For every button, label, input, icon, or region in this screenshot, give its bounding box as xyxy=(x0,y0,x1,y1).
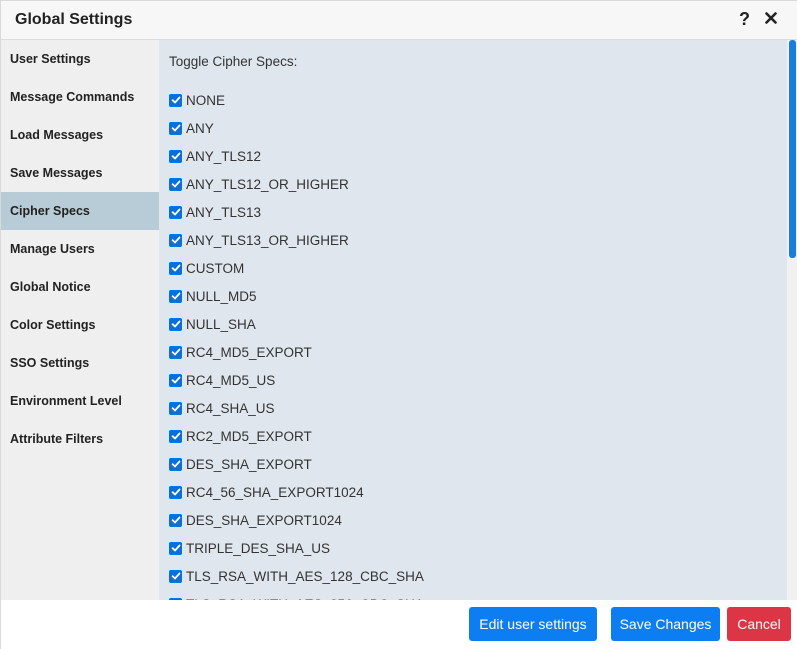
sidebar-item-label: Environment Level xyxy=(10,394,122,408)
cipher-label: RC4_MD5_EXPORT xyxy=(186,344,312,360)
cipher-label: DES_SHA_EXPORT1024 xyxy=(186,512,342,528)
checkbox-checked-icon[interactable] xyxy=(169,93,182,107)
cipher-label: ANY_TLS12 xyxy=(186,148,262,164)
cipher-option[interactable]: CUSTOM xyxy=(169,254,424,282)
sidebar-item-attribute-filters[interactable]: Attribute Filters xyxy=(1,420,159,458)
sidebar-item-label: User Settings xyxy=(10,52,91,66)
cipher-option[interactable]: TLS_RSA_WITH_AES_128_CBC_SHA xyxy=(169,562,424,590)
sidebar-item-save-messages[interactable]: Save Messages xyxy=(1,154,159,192)
sidebar-item-load-messages[interactable]: Load Messages xyxy=(1,116,159,154)
cipher-option[interactable]: NONE xyxy=(169,86,424,114)
cipher-option[interactable]: DES_SHA_EXPORT xyxy=(169,450,424,478)
sidebar-item-color-settings[interactable]: Color Settings xyxy=(1,306,159,344)
cipher-label: ANY_TLS13_OR_HIGHER xyxy=(186,232,349,248)
sidebar-item-user-settings[interactable]: User Settings xyxy=(1,40,159,78)
checkbox-checked-icon[interactable] xyxy=(169,317,182,331)
cancel-button[interactable]: Cancel xyxy=(727,607,791,641)
close-icon[interactable] xyxy=(765,9,777,24)
cipher-option[interactable]: ANY_TLS12 xyxy=(169,142,424,170)
cipher-label: CUSTOM xyxy=(186,260,245,276)
sidebar-item-cipher-specs[interactable]: Cipher Specs xyxy=(1,192,159,230)
checkbox-checked-icon[interactable] xyxy=(169,513,182,527)
cipher-option[interactable]: RC4_56_SHA_EXPORT1024 xyxy=(169,478,424,506)
checkbox-checked-icon[interactable] xyxy=(169,457,182,471)
cipher-label: TLS_RSA_WITH_AES_128_CBC_SHA xyxy=(186,568,424,584)
cipher-label: NULL_SHA xyxy=(186,316,256,332)
dialog-footer: Edit user settings Save Changes Cancel xyxy=(1,600,797,649)
cipher-option[interactable]: NULL_SHA xyxy=(169,310,424,338)
sidebar-item-label: Message Commands xyxy=(10,90,135,104)
sidebar-item-label: SSO Settings xyxy=(10,356,90,370)
sidebar-item-manage-users[interactable]: Manage Users xyxy=(1,230,159,268)
help-icon[interactable]: ? xyxy=(739,9,750,29)
sidebar-item-label: Cipher Specs xyxy=(10,204,90,218)
global-settings-dialog: Global Settings ? User Settings Message … xyxy=(0,0,797,649)
scrollbar-thumb[interactable] xyxy=(789,40,796,258)
checkbox-checked-icon[interactable] xyxy=(169,177,182,191)
cipher-label: TRIPLE_DES_SHA_US xyxy=(186,540,331,556)
cipher-option[interactable]: DES_SHA_EXPORT1024 xyxy=(169,506,424,534)
cipher-label: ANY_TLS12_OR_HIGHER xyxy=(186,176,349,192)
cipher-option[interactable]: ANY_TLS13 xyxy=(169,198,424,226)
cipher-label: DES_SHA_EXPORT xyxy=(186,456,312,472)
cipher-label: ANY xyxy=(186,120,214,136)
checkbox-checked-icon[interactable] xyxy=(169,261,182,275)
sidebar-item-message-commands[interactable]: Message Commands xyxy=(1,78,159,116)
sidebar-item-label: Attribute Filters xyxy=(10,432,104,446)
cipher-label: NULL_MD5 xyxy=(186,288,257,304)
cipher-option[interactable]: NULL_MD5 xyxy=(169,282,424,310)
checkbox-checked-icon[interactable] xyxy=(169,373,182,387)
save-changes-button[interactable]: Save Changes xyxy=(611,607,720,641)
edit-user-settings-button[interactable]: Edit user settings xyxy=(469,607,597,641)
sidebar-item-global-notice[interactable]: Global Notice xyxy=(1,268,159,306)
cipher-option[interactable]: ANY_TLS12_OR_HIGHER xyxy=(169,170,424,198)
content-scrollbar[interactable] xyxy=(787,40,797,600)
cipher-option[interactable]: RC4_MD5_US xyxy=(169,366,424,394)
cipher-label: RC4_SHA_US xyxy=(186,400,275,416)
sidebar-item-sso-settings[interactable]: SSO Settings xyxy=(1,344,159,382)
sidebar-item-label: Manage Users xyxy=(10,242,95,256)
checkbox-checked-icon[interactable] xyxy=(169,289,182,303)
checkbox-checked-icon[interactable] xyxy=(169,121,182,135)
dialog-header: Global Settings ? xyxy=(1,1,797,40)
section-title: Toggle Cipher Specs: xyxy=(169,54,298,69)
cipher-option[interactable]: ANY_TLS13_OR_HIGHER xyxy=(169,226,424,254)
checkbox-checked-icon[interactable] xyxy=(169,429,182,443)
cipher-label: RC4_56_SHA_EXPORT1024 xyxy=(186,484,364,500)
sidebar-item-label: Save Messages xyxy=(10,166,103,180)
cipher-list: NONE ANY ANY_TLS12 ANY_TLS12_OR_HIGHER ANY_T… xyxy=(169,86,424,600)
dialog-title: Global Settings xyxy=(15,11,133,28)
checkbox-checked-icon[interactable] xyxy=(169,541,182,555)
checkbox-checked-icon[interactable] xyxy=(169,149,182,163)
cipher-option[interactable]: RC4_MD5_EXPORT xyxy=(169,338,424,366)
checkbox-checked-icon[interactable] xyxy=(169,569,182,583)
checkbox-checked-icon[interactable] xyxy=(169,345,182,359)
cipher-label: RC4_MD5_US xyxy=(186,372,276,388)
sidebar-item-label: Global Notice xyxy=(10,280,91,294)
cipher-option[interactable]: TLS_RSA_WITH_AES_256_CBC_SHA xyxy=(169,590,424,600)
cipher-label: RC2_MD5_EXPORT xyxy=(186,428,312,444)
cipher-option[interactable]: ANY xyxy=(169,114,424,142)
checkbox-checked-icon[interactable] xyxy=(169,485,182,499)
checkbox-checked-icon[interactable] xyxy=(169,401,182,415)
cipher-option[interactable]: RC4_SHA_US xyxy=(169,394,424,422)
sidebar-item-label: Color Settings xyxy=(10,318,96,332)
checkbox-checked-icon[interactable] xyxy=(169,233,182,247)
cipher-option[interactable]: RC2_MD5_EXPORT xyxy=(169,422,424,450)
cipher-option[interactable]: TRIPLE_DES_SHA_US xyxy=(169,534,424,562)
cipher-specs-panel: Toggle Cipher Specs: NONE ANY ANY_TLS12 ANY… xyxy=(159,40,787,600)
checkbox-checked-icon[interactable] xyxy=(169,205,182,219)
cipher-label: NONE xyxy=(186,92,226,108)
sidebar-item-label: Load Messages xyxy=(10,128,104,142)
settings-sidebar: User Settings Message Commands Load Mess… xyxy=(1,40,159,600)
sidebar-item-environment-level[interactable]: Environment Level xyxy=(1,382,159,420)
cipher-label: ANY_TLS13 xyxy=(186,204,262,220)
